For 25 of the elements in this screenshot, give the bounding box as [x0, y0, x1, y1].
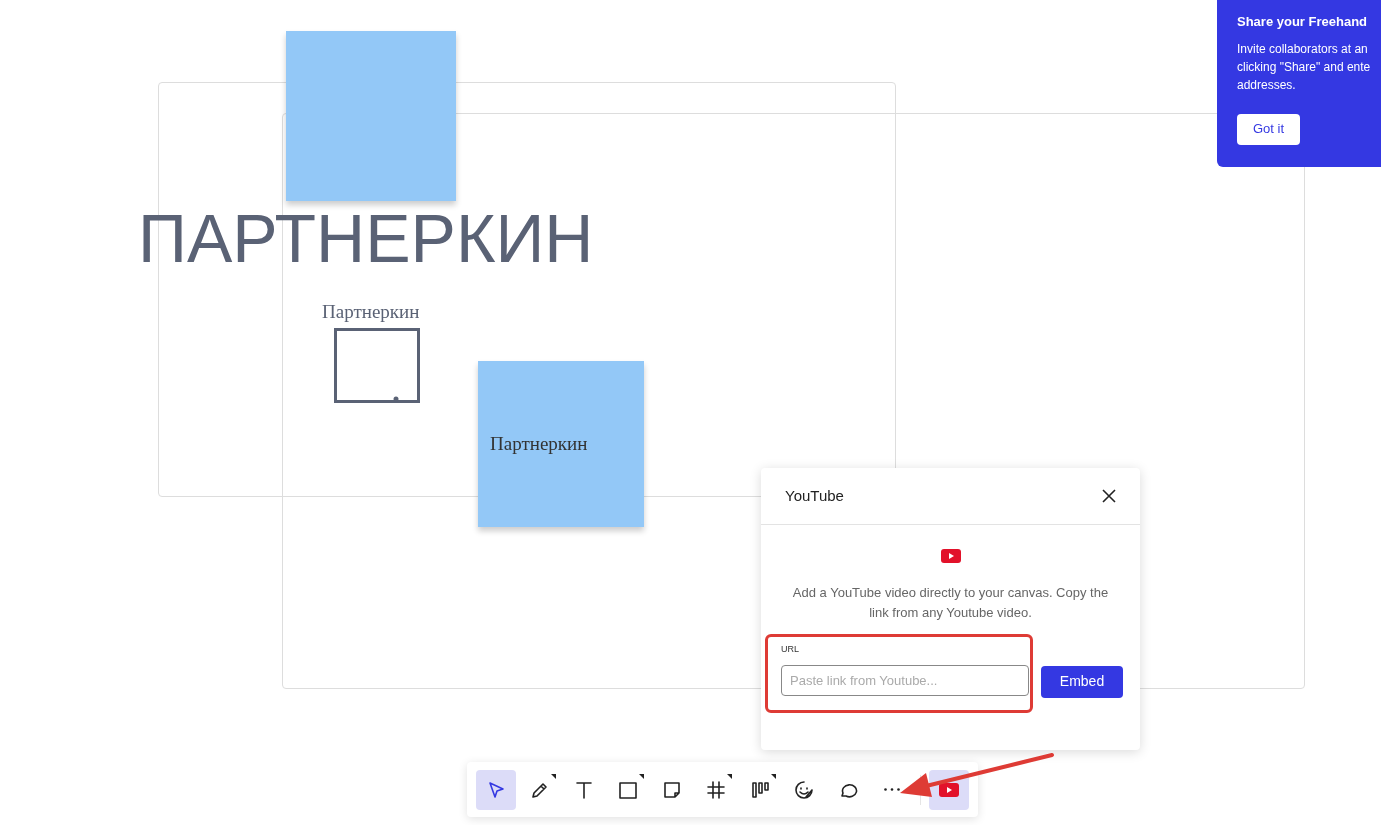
square-icon [618, 779, 638, 800]
text-icon [574, 779, 594, 800]
tip-text: Invite collaborators at an [1237, 40, 1369, 58]
handwritten-text: ПАРТНЕРКИН [138, 204, 594, 272]
tip-text: clicking "Share" and ente [1237, 58, 1372, 76]
tip-text: addresses. [1237, 76, 1297, 94]
dialog-description: Add a YouTube video directly to your canvas. Copy the link from any Youtube video. [791, 584, 1110, 622]
youtube-icon [940, 549, 961, 563]
youtube-icon [939, 782, 959, 797]
dialog-title: YouTube [785, 485, 844, 506]
hash-icon [706, 779, 726, 800]
sticky-note-icon [662, 779, 682, 800]
text-label: Партнеркин [322, 300, 420, 324]
tool-button[interactable] [476, 769, 516, 810]
close-icon[interactable] [1102, 489, 1116, 503]
embed-button[interactable]: Embed [1041, 665, 1123, 698]
columns-icon [750, 779, 770, 800]
cursor-arrow-icon [486, 779, 506, 800]
sticky-note: Партнеркин [478, 361, 644, 527]
url-input-field[interactable]: Paste link from Youtube... [781, 664, 1029, 696]
smiley-sticker-icon [794, 779, 814, 800]
field-label: URL [781, 643, 800, 656]
more-icon [884, 788, 900, 791]
tip-title: Share your Freehand [1237, 13, 1369, 31]
got-it-button[interactable]: Got it [1237, 113, 1300, 145]
